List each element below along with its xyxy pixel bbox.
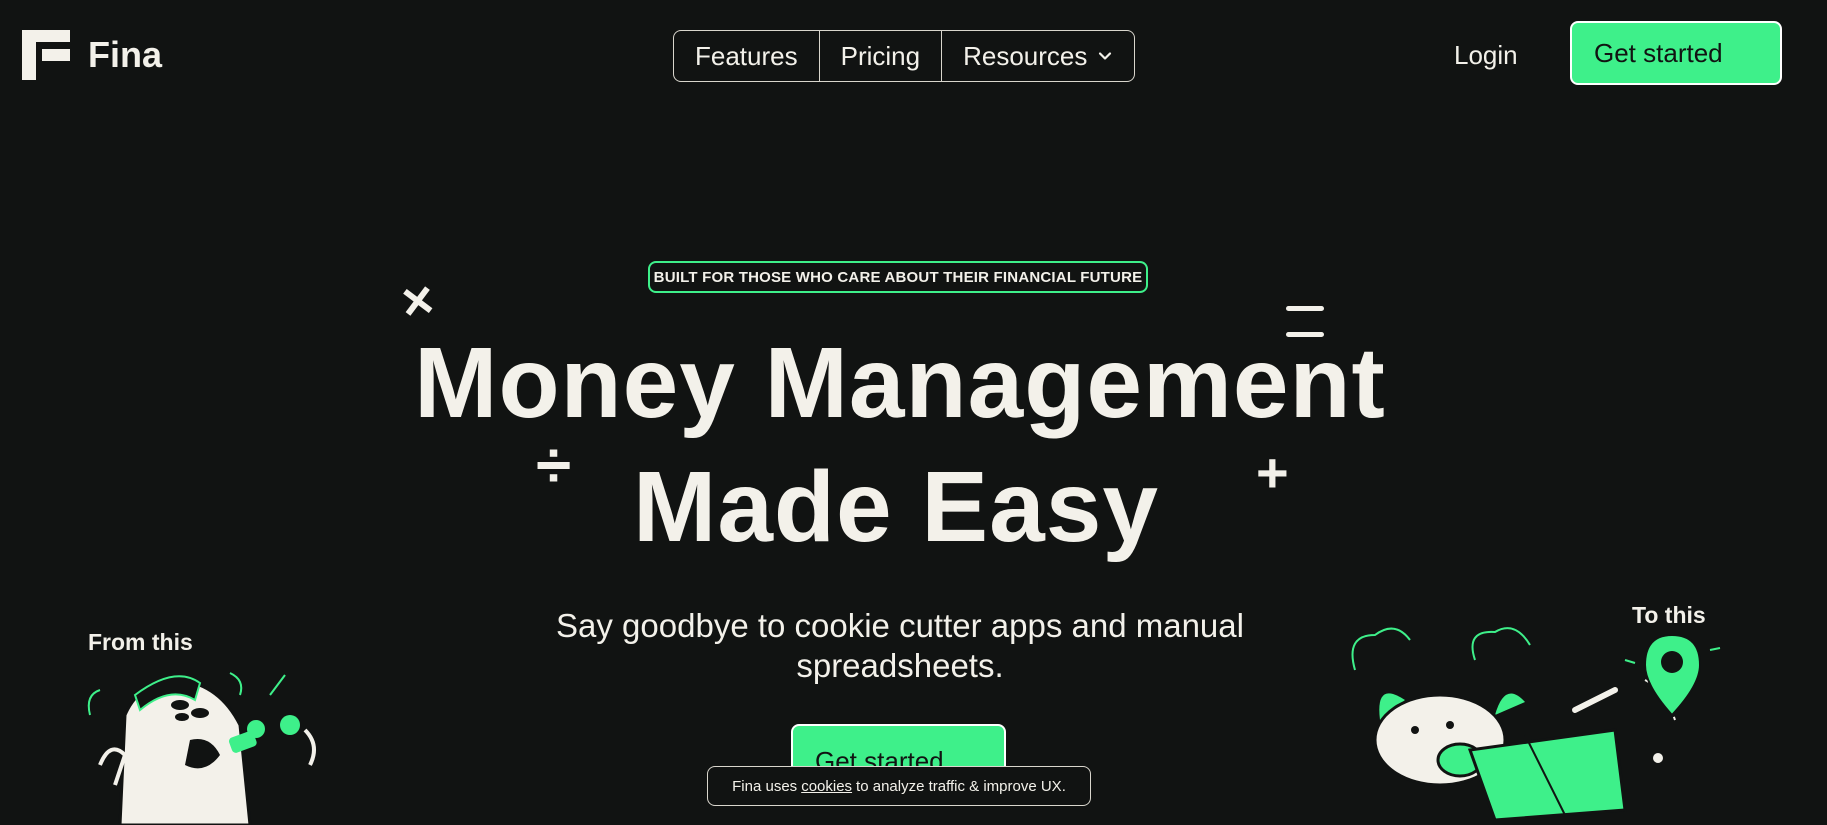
brand-name: Fina: [88, 34, 163, 75]
from-this-label: From this: [88, 629, 193, 655]
hero-subheadline: Say goodbye to cookie cutter apps and ma…: [556, 607, 1244, 684]
hero-headline-line1: Money Management: [414, 327, 1386, 439]
main-nav: Features Pricing Resources: [673, 30, 1136, 82]
header-get-started-button[interactable]: Get started: [1570, 21, 1782, 85]
cookie-banner-suffix: to analyze traffic & improve UX.: [856, 777, 1066, 795]
equals-symbol-icon: [1286, 306, 1324, 311]
hero-headline-line2: Made Easy: [633, 451, 1159, 563]
fina-logo-icon: [22, 30, 70, 80]
brand-logo[interactable]: Fina: [22, 30, 162, 80]
nav-item-features[interactable]: Features: [674, 31, 820, 81]
stressed-character-illustration: [87, 672, 316, 825]
nav-item-resources-label: Resources: [963, 40, 1088, 71]
happy-cow-illustration: [1351, 627, 1721, 820]
multiply-symbol-icon: ×: [397, 269, 438, 333]
cookie-banner-prefix: Fina uses: [732, 777, 798, 795]
cookies-link[interactable]: cookies: [801, 778, 852, 795]
chevron-down-icon: [1099, 52, 1112, 60]
hero-badge: BUILT FOR THOSE WHO CARE ABOUT THEIR FIN…: [648, 261, 1148, 293]
nav-item-resources[interactable]: Resources: [942, 31, 1134, 81]
login-link[interactable]: Login: [1454, 40, 1518, 71]
cookie-banner: Fina uses cookies to analyze traffic & i…: [707, 766, 1091, 806]
nav-item-pricing[interactable]: Pricing: [820, 31, 943, 81]
